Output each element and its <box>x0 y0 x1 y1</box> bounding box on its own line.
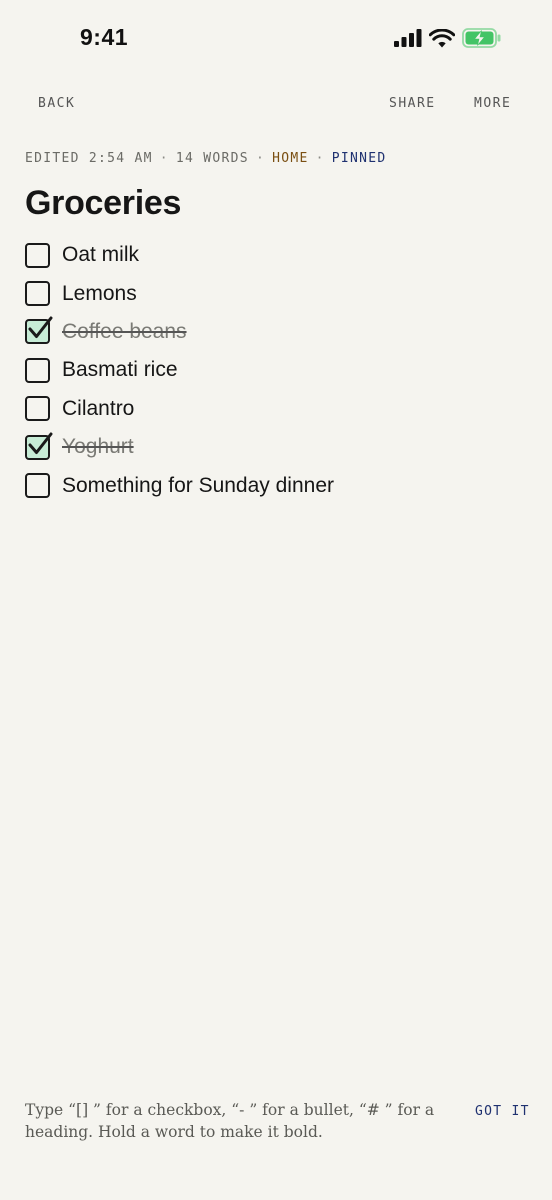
edited-timestamp: EDITED 2:54 AM <box>25 151 153 166</box>
cellular-signal-icon <box>394 29 422 47</box>
checkbox[interactable] <box>25 242 50 268</box>
meta-separator: · <box>315 151 325 166</box>
checklist-item: Cilantro <box>25 390 527 428</box>
checkmark-icon <box>28 432 53 454</box>
tag-home[interactable]: HOME <box>272 151 309 166</box>
status-time: 9:41 <box>80 24 129 50</box>
checkbox[interactable] <box>25 357 50 383</box>
meta-separator: · <box>159 151 169 166</box>
status-bar: 9:41 <box>0 0 552 80</box>
wifi-icon <box>429 28 455 48</box>
checklist-item-label[interactable]: Oat milk <box>62 243 139 267</box>
checkbox[interactable] <box>25 281 50 307</box>
formatting-hint: Type “[] ” for a checkbox, “- ” for a bu… <box>25 1101 435 1141</box>
checklist-item-label[interactable]: Coffee beans <box>62 320 187 344</box>
checkbox[interactable] <box>25 473 50 499</box>
checkbox[interactable] <box>25 316 53 345</box>
note-title[interactable]: Groceries <box>25 184 181 223</box>
got-it-button[interactable]: GOT IT <box>475 1104 530 1119</box>
checkbox[interactable] <box>25 396 50 422</box>
meta-separator: · <box>255 151 266 166</box>
checklist-item: Basmati rice <box>25 351 527 389</box>
checklist-item-label[interactable]: Something for Sunday dinner <box>62 474 334 498</box>
checklist-item-label[interactable]: Yoghurt <box>62 435 134 459</box>
back-button[interactable]: BACK <box>38 96 75 111</box>
top-toolbar: BACK SHARE MORE <box>0 96 552 116</box>
note-meta: EDITED 2:54 AM · 14 WORDS · HOME · PINNED <box>25 151 387 166</box>
checklist-item-label[interactable]: Lemons <box>62 282 137 306</box>
more-button[interactable]: MORE <box>474 96 511 111</box>
battery-charging-icon <box>462 28 502 48</box>
checklist-item: Yoghurt <box>25 428 527 466</box>
word-count: 14 WORDS <box>175 151 249 166</box>
checkmark-icon <box>28 316 53 339</box>
share-button[interactable]: SHARE <box>389 96 436 111</box>
checkbox[interactable] <box>25 432 53 460</box>
checklist-item: Something for Sunday dinner <box>25 466 527 504</box>
checklist-item-label[interactable]: Cilantro <box>62 397 134 421</box>
checklist-item: Oat milk <box>25 236 527 274</box>
tag-pinned[interactable]: PINNED <box>332 151 387 166</box>
checklist-item-label[interactable]: Basmati rice <box>62 358 178 382</box>
checklist-item: Lemons <box>25 274 527 312</box>
checklist-item: Coffee beans <box>25 313 527 351</box>
status-icons <box>394 28 502 48</box>
checklist: Oat milk Lemons Coffee beans Basmati ric… <box>25 236 527 505</box>
